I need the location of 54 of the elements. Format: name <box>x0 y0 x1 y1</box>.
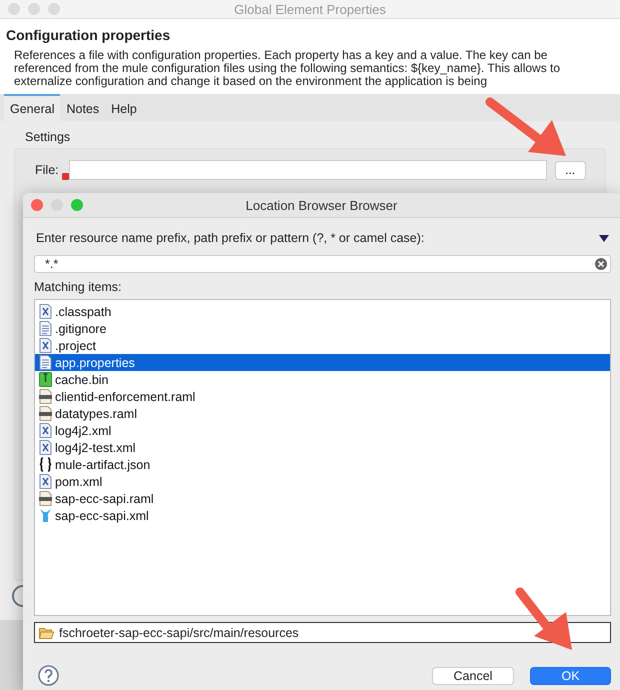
tab[interactable]: Help <box>105 94 143 121</box>
file-list-item[interactable]: .project <box>35 337 610 354</box>
file-list-item[interactable]: log4j2.xml <box>35 422 610 439</box>
window-zoom-button[interactable] <box>71 199 83 211</box>
window-zoom-button[interactable] <box>48 3 60 15</box>
binary-file-icon <box>39 372 52 387</box>
xml-file-icon <box>39 338 52 353</box>
file-list-item[interactable]: log4j2-test.xml <box>35 439 610 456</box>
file-field[interactable] <box>68 160 547 180</box>
arrow-annotation <box>516 588 572 650</box>
ok-button[interactable]: OK <box>530 666 611 684</box>
xml-file-icon <box>39 304 52 319</box>
file-list-item[interactable]: sap-ecc-sapi.raml <box>35 490 610 507</box>
file-list-item[interactable]: sap-ecc-sapi.xml <box>35 507 610 524</box>
mule-config-icon <box>39 508 52 523</box>
raml-file-icon <box>39 389 52 404</box>
field-label: File: <box>35 163 59 177</box>
window-close-button[interactable] <box>8 3 20 15</box>
filter-value: *.* <box>45 257 58 271</box>
location-path: fschroeter-sap-ecc-sapi/src/main/resources <box>59 626 299 640</box>
dialog-title: Location Browser Browser <box>246 198 398 212</box>
braces-icon <box>39 457 52 472</box>
file-list-item[interactable]: app.properties <box>35 354 610 371</box>
dropdown-icon[interactable] <box>599 234 609 242</box>
file-list-item[interactable]: cache.bin <box>35 371 610 388</box>
file-list-item[interactable]: .gitignore <box>35 320 610 337</box>
folder-icon <box>39 626 54 638</box>
file-list-item[interactable]: .classpath <box>35 303 610 320</box>
prompt-label: Enter resource name prefix, path prefix or pattern (?, * or camel case): <box>36 231 424 245</box>
window-minimize-button[interactable] <box>28 3 40 15</box>
raml-file-icon <box>39 406 52 421</box>
text-file-icon <box>39 321 52 336</box>
section-title: Configuration properties <box>6 27 172 43</box>
file-list-item[interactable]: clientid-enforcement.raml <box>35 388 610 405</box>
browse-button[interactable]: ... <box>554 160 586 180</box>
xml-file-icon <box>39 440 52 455</box>
cancel-button[interactable]: Cancel <box>432 666 514 684</box>
tab[interactable]: General <box>4 94 60 121</box>
filter-field[interactable]: *.* <box>34 255 611 273</box>
tab[interactable]: Notes <box>60 94 106 121</box>
xml-file-icon <box>39 423 52 438</box>
help-icon[interactable] <box>38 665 59 686</box>
window-close-button[interactable] <box>31 199 43 211</box>
description-text: References a file with configuration properties. Each property has a key and a value. The key can be referenced from the mule configuration files using the following semantics: ${key_name}. This allows to externalize configuration and change it based on the environment the application is being <box>13 49 562 88</box>
group-label: Settings <box>25 130 72 144</box>
file-list-item[interactable]: mule-artifact.json <box>35 456 610 473</box>
xml-file-icon <box>39 474 52 489</box>
window-title: Global Element Properties <box>234 2 386 16</box>
list-label: Matching items: <box>34 280 123 294</box>
text-file-icon <box>39 355 52 370</box>
file-list-item[interactable]: datatypes.raml <box>35 405 610 422</box>
raml-file-icon <box>39 491 52 506</box>
file-list-item[interactable]: pom.xml <box>35 473 610 490</box>
clear-icon[interactable] <box>595 258 607 270</box>
